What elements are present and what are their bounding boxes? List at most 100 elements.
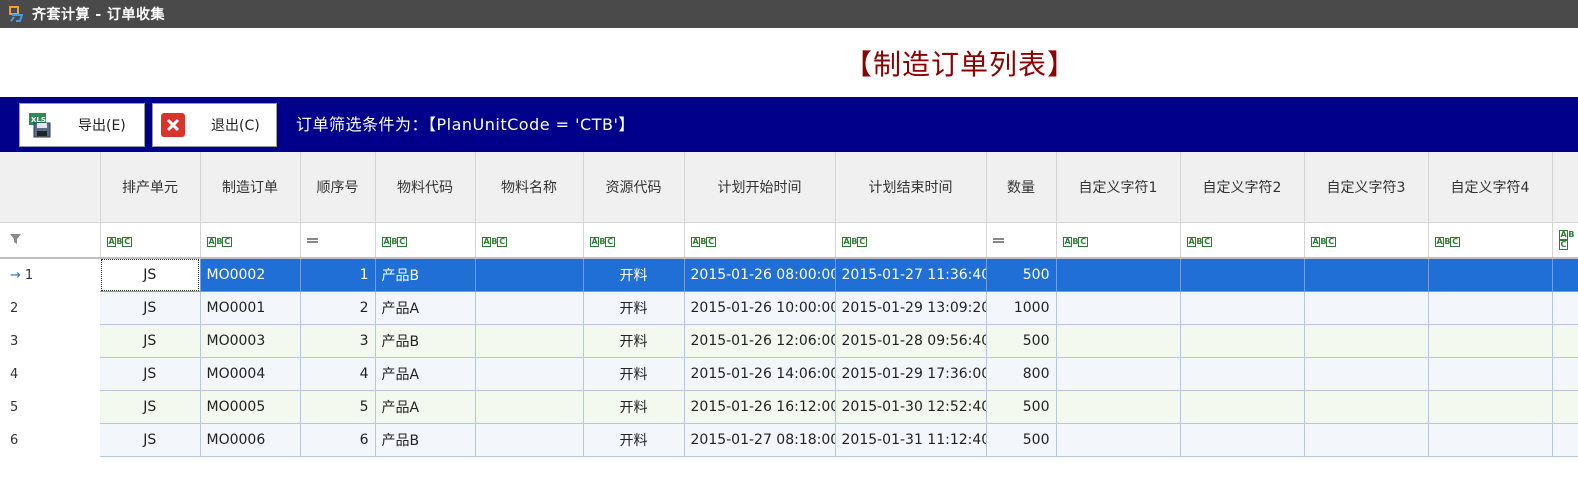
cell-qty[interactable]: 800 (986, 357, 1057, 391)
cell-custom1[interactable] (1056, 324, 1181, 358)
cell-custom4[interactable] (1428, 357, 1553, 391)
cell-start[interactable]: 2015-01-27 08:18:00 (684, 423, 836, 457)
cell-resource[interactable]: 开料 (583, 423, 685, 457)
cell-custom1[interactable] (1056, 390, 1181, 424)
cell-custom2[interactable] (1180, 291, 1305, 325)
cell-unit[interactable]: JS (100, 357, 201, 391)
column-header[interactable]: 排产单元 (100, 152, 201, 223)
column-header[interactable]: 自定义字符3 (1304, 152, 1429, 223)
filter-cell[interactable]: ABC (375, 222, 476, 259)
cell-order[interactable]: MO0005 (200, 390, 301, 424)
table-row[interactable]: → 1 JS MO0002 1 产品B 开料 2015-01-26 08:00:0… (0, 258, 1578, 292)
filter-cell[interactable]: ABC (100, 222, 201, 259)
cell-seq[interactable]: 5 (300, 390, 376, 424)
cell-start[interactable]: 2015-01-26 12:06:00 (684, 324, 836, 358)
cell-custom4[interactable] (1428, 423, 1553, 457)
cell-custom3[interactable] (1304, 390, 1429, 424)
cell-seq[interactable]: 1 (300, 258, 376, 292)
row-indicator[interactable]: 2 (0, 291, 100, 325)
cell-material-name[interactable] (475, 291, 584, 325)
cell-custom1[interactable] (1056, 423, 1181, 457)
cell-custom2[interactable] (1180, 423, 1305, 457)
filter-cell[interactable]: ABC (583, 222, 685, 259)
cell-custom1[interactable] (1056, 258, 1181, 292)
column-header[interactable]: 自定义字符4 (1428, 152, 1553, 223)
cell-material-name[interactable] (475, 324, 584, 358)
cell-custom1[interactable] (1056, 291, 1181, 325)
cell-custom2[interactable] (1180, 324, 1305, 358)
cell-material-code[interactable]: 产品B (375, 258, 476, 292)
cell-seq[interactable]: 6 (300, 423, 376, 457)
filter-cell[interactable]: ABC (475, 222, 584, 259)
cell-custom3[interactable] (1304, 258, 1429, 292)
table-row[interactable]: 6 JS MO0006 6 产品B 开料 2015-01-27 08:18:00… (0, 423, 1578, 457)
column-header[interactable]: 计划开始时间 (684, 152, 836, 223)
filter-cell[interactable]: ABC (1552, 222, 1578, 259)
cell-unit[interactable]: JS (100, 390, 201, 424)
filter-cell[interactable]: ABC (200, 222, 301, 259)
cell-seq[interactable]: 3 (300, 324, 376, 358)
cell-material-name[interactable] (475, 258, 584, 292)
cell-qty[interactable]: 1000 (986, 291, 1057, 325)
filter-cell[interactable] (986, 222, 1057, 259)
table-row[interactable]: 3 JS MO0003 3 产品B 开料 2015-01-26 12:06:00… (0, 324, 1578, 358)
cell-unit[interactable]: JS (100, 258, 201, 292)
row-indicator[interactable]: 6 (0, 423, 100, 457)
table-row[interactable]: 4 JS MO0004 4 产品A 开料 2015-01-26 14:06:00… (0, 357, 1578, 391)
cell-custom4[interactable] (1428, 390, 1553, 424)
filter-funnel-icon[interactable] (10, 232, 21, 248)
filter-cell[interactable]: ABC (835, 222, 987, 259)
filter-cell[interactable]: ABC (1180, 222, 1305, 259)
table-row[interactable]: 2 JS MO0001 2 产品A 开料 2015-01-26 10:00:00… (0, 291, 1578, 325)
cell-material-name[interactable] (475, 390, 584, 424)
cell-material-code[interactable]: 产品A (375, 291, 476, 325)
column-header[interactable]: 自定义字符2 (1180, 152, 1305, 223)
cell-end[interactable]: 2015-01-29 13:09:20 (835, 291, 987, 325)
cell-start[interactable]: 2015-01-26 16:12:00 (684, 390, 836, 424)
cell-qty[interactable]: 500 (986, 423, 1057, 457)
cell-custom2[interactable] (1180, 357, 1305, 391)
cell-order[interactable]: MO0004 (200, 357, 301, 391)
cell-unit[interactable]: JS (100, 291, 201, 325)
cell-custom2[interactable] (1180, 390, 1305, 424)
cell-material-code[interactable]: 产品B (375, 324, 476, 358)
exit-button[interactable]: 退出(C) (152, 103, 277, 147)
cell-qty[interactable]: 500 (986, 324, 1057, 358)
cell-resource[interactable]: 开料 (583, 324, 685, 358)
cell-end[interactable]: 2015-01-30 12:52:40 (835, 390, 987, 424)
cell-custom4[interactable] (1428, 258, 1553, 292)
filter-cell[interactable]: ABC (684, 222, 836, 259)
cell-custom3[interactable] (1304, 324, 1429, 358)
cell-start[interactable]: 2015-01-26 14:06:00 (684, 357, 836, 391)
row-indicator[interactable]: 5 (0, 390, 100, 424)
column-header[interactable]: 计划结束时间 (835, 152, 987, 223)
cell-start[interactable]: 2015-01-26 10:00:00 (684, 291, 836, 325)
filter-cell[interactable]: ABC (1304, 222, 1429, 259)
cell-custom1[interactable] (1056, 357, 1181, 391)
cell-material-code[interactable]: 产品B (375, 423, 476, 457)
row-indicator[interactable]: 3 (0, 324, 100, 358)
export-button[interactable]: XLS 导出(E) (19, 103, 145, 147)
cell-start[interactable]: 2015-01-26 08:00:00 (684, 258, 836, 292)
cell-order[interactable]: MO0002 (200, 258, 301, 292)
cell-end[interactable]: 2015-01-28 09:56:40 (835, 324, 987, 358)
cell-material-code[interactable]: 产品A (375, 390, 476, 424)
cell-custom4[interactable] (1428, 291, 1553, 325)
cell-unit[interactable]: JS (100, 423, 201, 457)
cell-custom2[interactable] (1180, 258, 1305, 292)
table-row[interactable]: 5 JS MO0005 5 产品A 开料 2015-01-26 16:12:00… (0, 390, 1578, 424)
cell-material-code[interactable]: 产品A (375, 357, 476, 391)
cell-seq[interactable]: 2 (300, 291, 376, 325)
cell-order[interactable]: MO0006 (200, 423, 301, 457)
cell-resource[interactable]: 开料 (583, 357, 685, 391)
filter-cell[interactable]: ABC (1428, 222, 1553, 259)
cell-custom3[interactable] (1304, 423, 1429, 457)
cell-order[interactable]: MO0001 (200, 291, 301, 325)
cell-qty[interactable]: 500 (986, 258, 1057, 292)
row-indicator[interactable]: 4 (0, 357, 100, 391)
column-header[interactable]: 顺序号 (300, 152, 376, 223)
cell-material-name[interactable] (475, 423, 584, 457)
cell-end[interactable]: 2015-01-29 17:36:00 (835, 357, 987, 391)
cell-seq[interactable]: 4 (300, 357, 376, 391)
column-header[interactable]: 自定义字符1 (1056, 152, 1181, 223)
